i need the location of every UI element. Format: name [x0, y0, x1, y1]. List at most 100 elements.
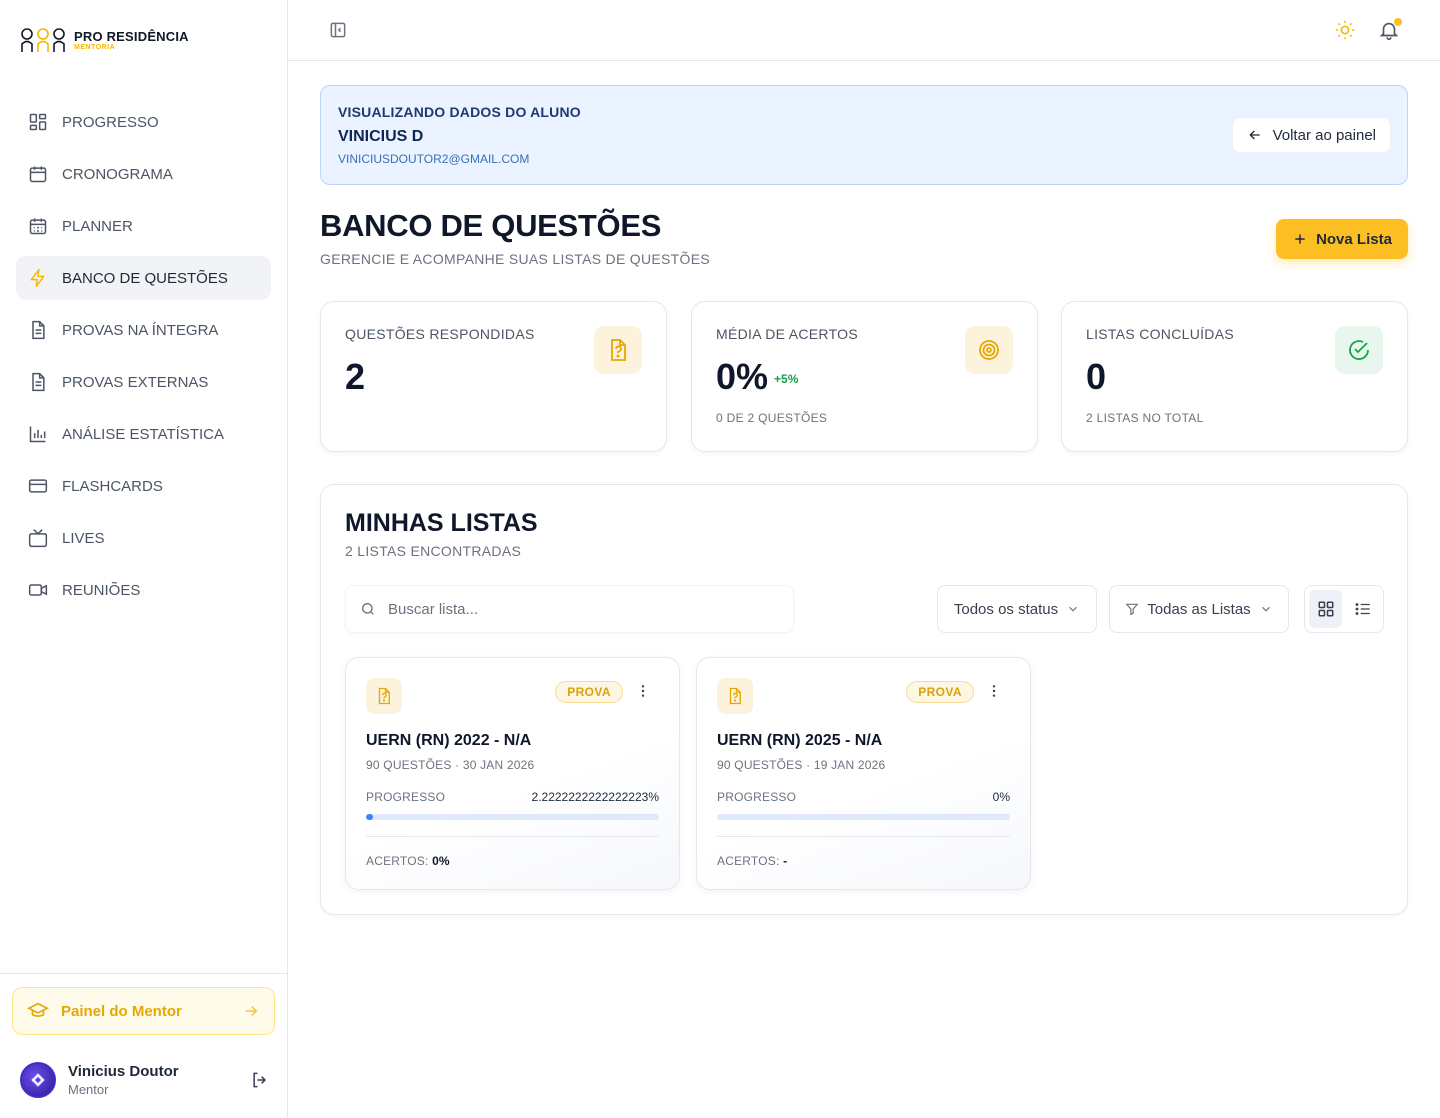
divider	[717, 836, 1010, 837]
user-profile: Vinicius Doutor Mentor	[20, 1062, 270, 1098]
card-meta: 90 QUESTÕES · 30 JAN 2026	[366, 758, 535, 772]
sidebar-nav: PROGRESSO CRONOGRAMA PLANNER BANCO DE QU…	[16, 100, 271, 620]
lists-count: 2 LISTAS ENCONTRADAS	[345, 543, 522, 559]
filter-icon	[1125, 603, 1139, 616]
bolt-icon	[30, 268, 45, 288]
stat-card-questoes-respondidas: QUESTÕES RESPONDIDAS 2	[320, 301, 667, 452]
stat-value: 2	[345, 356, 365, 398]
card-accuracy: ACERTOS: -	[717, 854, 787, 868]
search-box[interactable]	[345, 585, 794, 633]
sidebar-item-label: PROGRESSO	[62, 113, 159, 131]
topbar	[288, 0, 1440, 61]
student-banner: VISUALIZANDO DADOS DO ALUNO VINICIUS D V…	[320, 85, 1408, 185]
back-to-panel-button[interactable]: Voltar ao painel	[1231, 117, 1391, 153]
accuracy-label: ACERTOS:	[717, 854, 780, 868]
more-vertical-icon[interactable]	[986, 683, 1002, 699]
progress-label: PROGRESSO	[366, 790, 446, 804]
grid-view-button[interactable]	[1309, 590, 1342, 628]
arrow-right-icon	[245, 1005, 258, 1017]
sidebar-item-banco-de-questoes[interactable]: BANCO DE QUESTÕES	[16, 256, 271, 300]
accuracy-value: 0%	[432, 854, 450, 868]
list-card[interactable]: PROVA UERN (RN) 2022 - N/A 90 QUESTÕES ·…	[345, 657, 680, 890]
list-card[interactable]: PROVA UERN (RN) 2025 - N/A 90 QUESTÕES ·…	[696, 657, 1031, 890]
progress-bar	[717, 814, 1010, 820]
stat-value-text: 0%	[716, 356, 769, 397]
chevron-down-icon	[1261, 606, 1270, 612]
mentor-panel-label: Painel do Mentor	[61, 1002, 182, 1020]
check-circle-icon	[1335, 326, 1383, 374]
mentor-panel-button[interactable]: Painel do Mentor	[12, 987, 275, 1035]
sun-icon[interactable]	[1334, 19, 1356, 41]
plus-icon	[1295, 234, 1305, 244]
logout-icon[interactable]	[250, 1070, 270, 1090]
stat-value-text: 0	[1086, 356, 1107, 397]
grid-icon	[1318, 601, 1333, 617]
logo-people-icon	[21, 28, 65, 52]
document-icon	[32, 372, 45, 392]
sidebar-item-provas-na-integra[interactable]: PROVAS NA ÍNTEGRA	[16, 308, 271, 352]
stat-footer: 0 DE 2 QUESTÕES	[716, 411, 828, 425]
search-icon	[362, 603, 374, 615]
back-to-panel-label: Voltar ao painel	[1272, 126, 1376, 144]
list-view-button[interactable]	[1346, 590, 1379, 628]
card-title: UERN (RN) 2022 - N/A	[366, 732, 532, 749]
brand-logo[interactable]: PRO RESIDÊNCIA MENTORIA	[20, 26, 189, 54]
student-name: VINICIUS D	[338, 128, 424, 145]
page-subtitle: GERENCIE E ACOMPANHE SUAS LISTAS DE QUES…	[320, 251, 710, 267]
sidebar-item-progresso[interactable]: PROGRESSO	[16, 100, 271, 144]
search-input[interactable]	[388, 600, 768, 618]
stat-value: 0	[1086, 356, 1106, 398]
status-filter-select[interactable]: Todos os status	[937, 585, 1097, 633]
sidebar-footer: Painel do Mentor Vinicius Doutor Mentor	[0, 973, 287, 1118]
user-name: Vinicius Doutor	[68, 1063, 179, 1080]
card-meta: 90 QUESTÕES · 19 JAN 2026	[717, 758, 886, 772]
card-title: UERN (RN) 2025 - N/A	[717, 732, 883, 749]
sidebar-item-label: BANCO DE QUESTÕES	[62, 269, 228, 287]
status-filter-value: Todos os status	[953, 600, 1059, 618]
question-file-icon	[366, 678, 402, 714]
sidebar-item-label: REUNIÕES	[62, 581, 141, 599]
sidebar: PRO RESIDÊNCIA MENTORIA PROGRESSO CRONOG…	[0, 0, 288, 1118]
list-icon	[1355, 603, 1370, 615]
bar-chart-icon	[29, 426, 46, 443]
card-accuracy: ACERTOS: 0%	[366, 854, 450, 868]
sidebar-toggle-icon[interactable]	[328, 20, 348, 40]
stat-footer: 2 LISTAS NO TOTAL	[1086, 411, 1204, 425]
stat-value: 0% +5%	[716, 356, 798, 398]
stat-delta: +5%	[774, 372, 799, 387]
calendar-icon	[29, 166, 47, 183]
notifications-button[interactable]	[1378, 18, 1402, 41]
divider	[366, 836, 659, 837]
avatar[interactable]	[20, 1062, 56, 1098]
page-title: BANCO DE QUESTÕES	[320, 208, 662, 243]
sidebar-item-provas-externas[interactable]: PROVAS EXTERNAS	[16, 360, 271, 404]
sidebar-item-reunioes[interactable]: REUNIÕES	[16, 568, 271, 612]
list-filter-value: Todas as Listas	[1147, 600, 1251, 618]
stat-label: LISTAS CONCLUÍDAS	[1086, 326, 1234, 342]
question-file-icon	[594, 326, 642, 374]
sidebar-item-flashcards[interactable]: FLASHCARDS	[16, 464, 271, 508]
sidebar-item-label: PROVAS EXTERNAS	[62, 373, 209, 391]
sidebar-item-label: ANÁLISE ESTATÍSTICA	[62, 425, 224, 443]
accuracy-value: -	[783, 854, 788, 868]
sidebar-item-cronograma[interactable]: CRONOGRAMA	[16, 152, 271, 196]
tv-icon	[28, 529, 48, 548]
my-lists-section: MINHAS LISTAS 2 LISTAS ENCONTRADAS Todos…	[320, 484, 1408, 915]
sidebar-item-label: PLANNER	[62, 217, 133, 235]
progress-value: 2.2222222222222223%	[531, 790, 659, 804]
view-mode-toggle	[1304, 585, 1384, 633]
graduation-cap-icon	[27, 1002, 49, 1017]
brand-subtitle: MENTORIA	[74, 43, 116, 51]
new-list-button[interactable]: Nova Lista	[1276, 219, 1408, 259]
notification-dot	[1394, 18, 1402, 26]
sidebar-item-analise-estatistica[interactable]: ANÁLISE ESTATÍSTICA	[16, 412, 271, 456]
progress-value: 0%	[992, 790, 1010, 804]
arrow-left-icon	[1248, 130, 1260, 140]
sidebar-item-planner[interactable]: PLANNER	[16, 204, 271, 248]
sidebar-item-lives[interactable]: LIVES	[16, 516, 271, 560]
type-badge: PROVA	[555, 681, 623, 703]
progress-fill	[366, 814, 373, 820]
new-list-label: Nova Lista	[1316, 230, 1392, 248]
more-vertical-icon[interactable]	[635, 683, 651, 699]
list-filter-select[interactable]: Todas as Listas	[1109, 585, 1289, 633]
